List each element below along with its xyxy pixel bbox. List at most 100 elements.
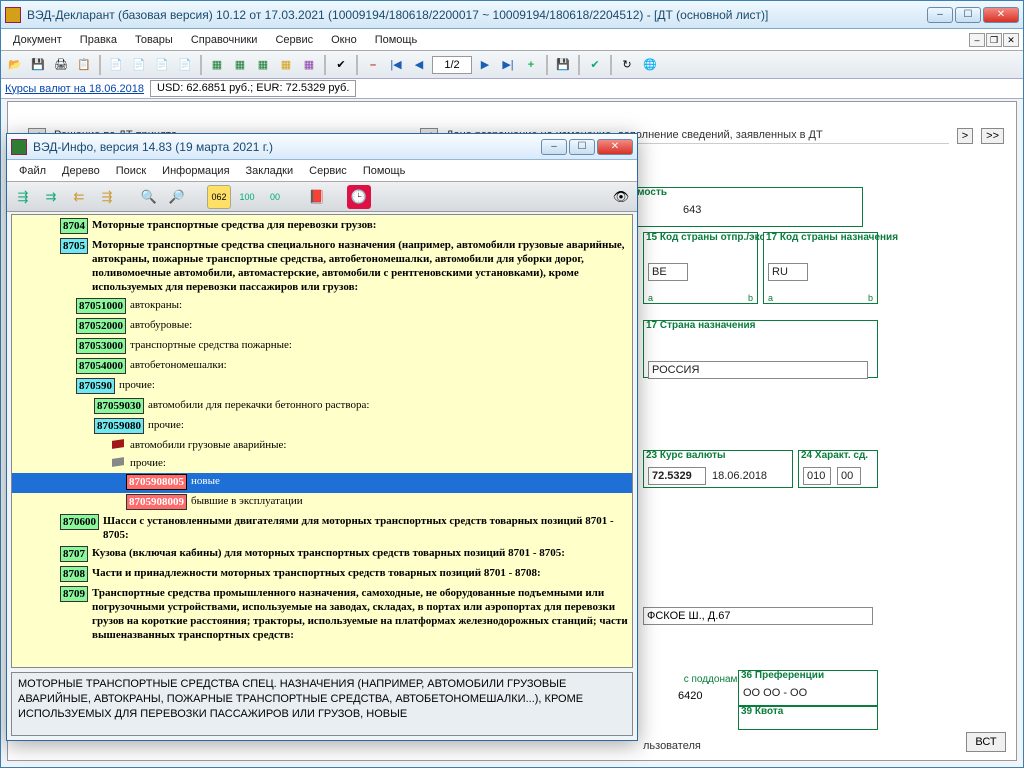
st-00-icon[interactable]: 00: [263, 185, 287, 209]
tb-save2-icon[interactable]: 💾: [553, 55, 573, 75]
sub-minimize[interactable]: –: [541, 139, 567, 155]
st-collapse-icon[interactable]: ⇇: [67, 185, 91, 209]
st-100-icon[interactable]: 100: [235, 185, 259, 209]
tb-last-icon[interactable]: ▶|: [498, 55, 518, 75]
menu-document[interactable]: Документ: [5, 32, 70, 48]
rate-link[interactable]: Курсы валют на 18.06.2018: [5, 83, 144, 95]
menu-service[interactable]: Сервис: [267, 32, 321, 48]
tb-doc4-icon[interactable]: 📄: [175, 55, 195, 75]
tree-scroll[interactable]: 8704 Моторные транспортные средства для …: [12, 215, 632, 667]
box24-v2[interactable]: 00: [837, 467, 861, 485]
tb-open-icon[interactable]: 📂: [5, 55, 25, 75]
st-eye-icon[interactable]: 👁: [609, 185, 633, 209]
code-87059030: 87059030: [94, 398, 144, 414]
tree-row-8705908009[interactable]: 8705908009 бывшие в эксплуатации: [12, 493, 632, 513]
menu-help[interactable]: Помощь: [367, 32, 426, 48]
mdi-restore[interactable]: ❐: [986, 33, 1002, 47]
st-062-icon[interactable]: 062: [207, 185, 231, 209]
box23-rate[interactable]: 72.5329: [648, 467, 706, 485]
menu-edit[interactable]: Правка: [72, 32, 125, 48]
tb-excel2-icon[interactable]: ▦: [230, 55, 250, 75]
tb-print-icon[interactable]: 🖨: [51, 55, 71, 75]
addr-value[interactable]: ФСКОЕ Ш., Д.67: [643, 607, 873, 625]
box24-v1[interactable]: 010: [803, 467, 831, 485]
tb-world-icon[interactable]: 🌐: [640, 55, 660, 75]
sub-close[interactable]: ✕: [597, 139, 633, 155]
box17b-label: 17 Страна назначения: [646, 320, 756, 331]
st-tree-icon[interactable]: ⇶: [11, 185, 35, 209]
box15-value[interactable]: BE: [648, 263, 688, 281]
tb-excel4-icon[interactable]: ▦: [276, 55, 296, 75]
tree-row-leaf1[interactable]: автомобили грузовые аварийные:: [12, 437, 632, 455]
box23-date: 18.06.2018: [712, 470, 767, 482]
code-87051000: 87051000: [76, 298, 126, 314]
tb-excel-icon[interactable]: ▦: [207, 55, 227, 75]
tree-row-87053000[interactable]: 87053000 транспортные средства пожарные:: [12, 337, 632, 357]
minimize-button[interactable]: –: [927, 7, 953, 23]
decision-dbl-next[interactable]: >>: [981, 128, 1004, 144]
tb-refresh-icon[interactable]: ↻: [617, 55, 637, 75]
st-zoom-icon[interactable]: 🔎: [165, 185, 189, 209]
tb-prev-icon[interactable]: ◀: [409, 55, 429, 75]
st-clock-icon[interactable]: 🕒: [347, 185, 371, 209]
tb-minus-icon[interactable]: –: [363, 55, 383, 75]
menu-references[interactable]: Справочники: [183, 32, 266, 48]
close-button[interactable]: ✕: [983, 7, 1019, 23]
mdi-close[interactable]: ✕: [1003, 33, 1019, 47]
box-cost-value: 643: [683, 204, 701, 216]
menu-window[interactable]: Окно: [323, 32, 365, 48]
main-menubar: Документ Правка Товары Справочники Серви…: [1, 29, 1023, 51]
bst-button[interactable]: ВСТ: [966, 732, 1006, 752]
rate-bar: Курсы валют на 18.06.2018 USD: 62.6851 р…: [1, 79, 1023, 99]
tb-next-icon[interactable]: ▶: [475, 55, 495, 75]
sub-maximize[interactable]: ☐: [569, 139, 595, 155]
box17-value[interactable]: RU: [768, 263, 808, 281]
tree-row-8708[interactable]: 8708 Части и принадлежности моторных тра…: [12, 565, 632, 585]
tree-row-870590[interactable]: 870590 прочие:: [12, 377, 632, 397]
tb-excel5-icon[interactable]: ▦: [299, 55, 319, 75]
tree-row-8709[interactable]: 8709 Транспортные средства промышленного…: [12, 585, 632, 645]
tb-doc1-icon[interactable]: 📄: [106, 55, 126, 75]
sm-file[interactable]: Файл: [11, 163, 54, 179]
sm-help[interactable]: Помощь: [355, 163, 414, 179]
st-collapse2-icon[interactable]: ⇶: [95, 185, 119, 209]
tb-plus-icon[interactable]: +: [521, 55, 541, 75]
book-gray-icon: [112, 456, 126, 468]
st-expand-icon[interactable]: ⇉: [39, 185, 63, 209]
sm-bookmarks[interactable]: Закладки: [238, 163, 302, 179]
sm-service[interactable]: Сервис: [301, 163, 355, 179]
page-indicator[interactable]: [432, 56, 472, 74]
tree-row-87059030[interactable]: 87059030 автомобили для перекачки бетонн…: [12, 397, 632, 417]
mdi-minimize[interactable]: –: [969, 33, 985, 47]
st-search-icon[interactable]: 🔍: [137, 185, 161, 209]
tb-check-icon[interactable]: ✔: [585, 55, 605, 75]
tree-row-87059080[interactable]: 87059080 прочие:: [12, 417, 632, 437]
tree-row-87052000[interactable]: 87052000 автобуровые:: [12, 317, 632, 337]
tree-row-8705908005[interactable]: 8705908005 новые: [12, 473, 632, 493]
sm-info[interactable]: Информация: [154, 163, 237, 179]
decision-next[interactable]: >: [957, 128, 973, 144]
menu-goods[interactable]: Товары: [127, 32, 181, 48]
tree-row-870600[interactable]: 870600 Шасси с установленными двигателям…: [12, 513, 632, 545]
tree-row-8704[interactable]: 8704 Моторные транспортные средства для …: [12, 217, 632, 237]
st-book-icon[interactable]: 📕: [305, 185, 329, 209]
tb-first-icon[interactable]: |◀: [386, 55, 406, 75]
sm-tree[interactable]: Дерево: [54, 163, 108, 179]
tb-doc2-icon[interactable]: 📄: [129, 55, 149, 75]
tree-row-8707[interactable]: 8707 Кузова (включая кабины) для моторны…: [12, 545, 632, 565]
tree-row-87054000[interactable]: 87054000 автобетономешалки:: [12, 357, 632, 377]
maximize-button[interactable]: ☐: [955, 7, 981, 23]
code-8705: 8705: [60, 238, 88, 254]
tree-row-8705[interactable]: 8705 Моторные транспортные средства спец…: [12, 237, 632, 297]
tb-new-icon[interactable]: ✔: [331, 55, 351, 75]
tb-copy-icon[interactable]: 📋: [74, 55, 94, 75]
tb-excel3-icon[interactable]: ▦: [253, 55, 273, 75]
tree-row-87051000[interactable]: 87051000 автокраны:: [12, 297, 632, 317]
sm-search[interactable]: Поиск: [108, 163, 154, 179]
box15-label: 15 Код страны отпр./эксп.: [646, 232, 774, 243]
tree-row-leaf2[interactable]: прочие:: [12, 455, 632, 473]
tb-save-icon[interactable]: 💾: [28, 55, 48, 75]
code-87059080: 87059080: [94, 418, 144, 434]
box17b-value[interactable]: РОССИЯ: [648, 361, 868, 379]
tb-doc3-icon[interactable]: 📄: [152, 55, 172, 75]
